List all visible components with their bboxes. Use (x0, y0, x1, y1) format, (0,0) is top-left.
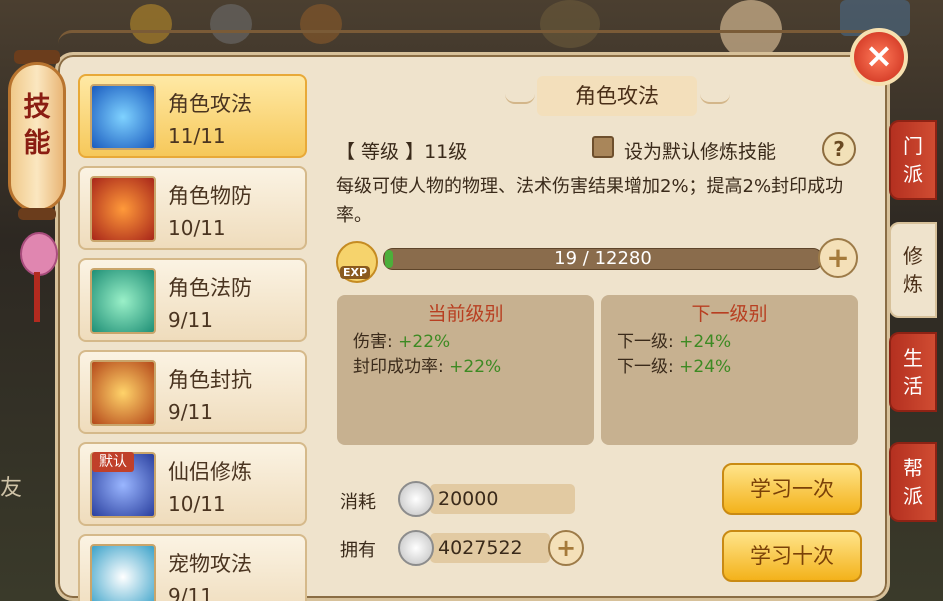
lantern-title: 技能 (23, 92, 51, 159)
next-line: 下一级: +24% (617, 332, 732, 352)
skill-item-seal-resist[interactable]: 角色封抗 9/11 (78, 350, 307, 434)
add-silver-button[interactable]: + (548, 530, 584, 566)
jade-skill-icon (90, 268, 156, 334)
default-skill-checkbox[interactable] (592, 136, 614, 158)
owned-value: 4027522 (430, 533, 550, 563)
tab-life[interactable]: 生活 (889, 332, 937, 412)
cost-label: 消耗 (340, 492, 376, 513)
pet-skill-icon (90, 544, 156, 601)
charm-icon (20, 232, 58, 276)
lantern-bottom (18, 208, 56, 220)
help-icon[interactable]: ? (822, 132, 856, 166)
skill-name: 角色封抗 (168, 368, 252, 392)
bg-friend-text: 友 (0, 476, 23, 501)
current-level-title: 当前级别 (427, 303, 504, 325)
silver-coin-icon (398, 530, 434, 566)
next-level-title: 下一级别 (691, 303, 768, 325)
skill-level: 9/11 (168, 400, 213, 424)
title-deco-right (700, 92, 730, 104)
exp-label: EXP (340, 266, 371, 279)
skill-item-companion[interactable]: 默认 仙侣修炼 10/11 (78, 442, 307, 526)
level-line: 【 等级 】11级 (336, 141, 468, 163)
exp-progress-text: 19 / 12280 (554, 248, 652, 269)
learn-ten-button[interactable]: 学习十次 (722, 530, 862, 582)
current-level-box: 当前级别 伤害: +22% 封印成功率: +22% (337, 295, 594, 445)
skill-name: 角色法防 (168, 276, 252, 300)
current-line: 伤害: +22% (353, 332, 451, 352)
skill-level: 10/11 (168, 216, 226, 240)
add-exp-button[interactable]: + (818, 238, 858, 278)
skill-item-magic-defense[interactable]: 角色法防 9/11 (78, 258, 307, 342)
default-badge: 默认 (92, 452, 134, 472)
next-line: 下一级: +24% (617, 357, 732, 377)
skill-name: 仙侣修炼 (168, 460, 252, 484)
skill-level: 11/11 (168, 124, 226, 148)
current-line: 封印成功率: +22% (353, 357, 502, 377)
skill-level: 9/11 (168, 308, 213, 332)
skill-level: 10/11 (168, 492, 226, 516)
cost-value: 20000 (430, 484, 575, 514)
skill-description: 每级可使人物的物理、法术伤害结果增加2%；提高2%封印成功率。 (336, 176, 844, 226)
skill-item-pet-attack[interactable]: 宠物攻法 9/11 (78, 534, 307, 601)
attack-skill-icon (90, 84, 156, 150)
skill-name: 角色攻法 (168, 92, 252, 116)
close-button[interactable]: × (850, 28, 908, 86)
tassel-icon (34, 272, 40, 322)
tab-cultivation[interactable]: 修炼 (889, 222, 937, 318)
seal-skill-icon (90, 360, 156, 426)
skill-list[interactable]: 角色攻法 11/11 角色物防 10/11 角色法防 9/11 角色封抗 9/1… (78, 74, 308, 601)
tab-guild[interactable]: 帮派 (889, 442, 937, 522)
learn-once-button[interactable]: 学习一次 (722, 463, 862, 515)
tab-sect[interactable]: 门派 (889, 120, 937, 200)
shield-skill-icon (90, 176, 156, 242)
skill-name: 角色物防 (168, 184, 252, 208)
default-skill-label[interactable]: 设为默认修炼技能 (624, 137, 776, 164)
skill-item-attack[interactable]: 角色攻法 11/11 (78, 74, 307, 158)
next-level-box: 下一级别 下一级: +24% 下一级: +24% (601, 295, 858, 445)
detail-title: 角色攻法 (537, 76, 697, 116)
silver-coin-icon (398, 481, 434, 517)
skill-item-physical-defense[interactable]: 角色物防 10/11 (78, 166, 307, 250)
title-deco-left (505, 92, 535, 104)
owned-label: 拥有 (340, 540, 376, 561)
skill-level: 9/11 (168, 584, 213, 601)
skill-name: 宠物攻法 (168, 552, 252, 576)
